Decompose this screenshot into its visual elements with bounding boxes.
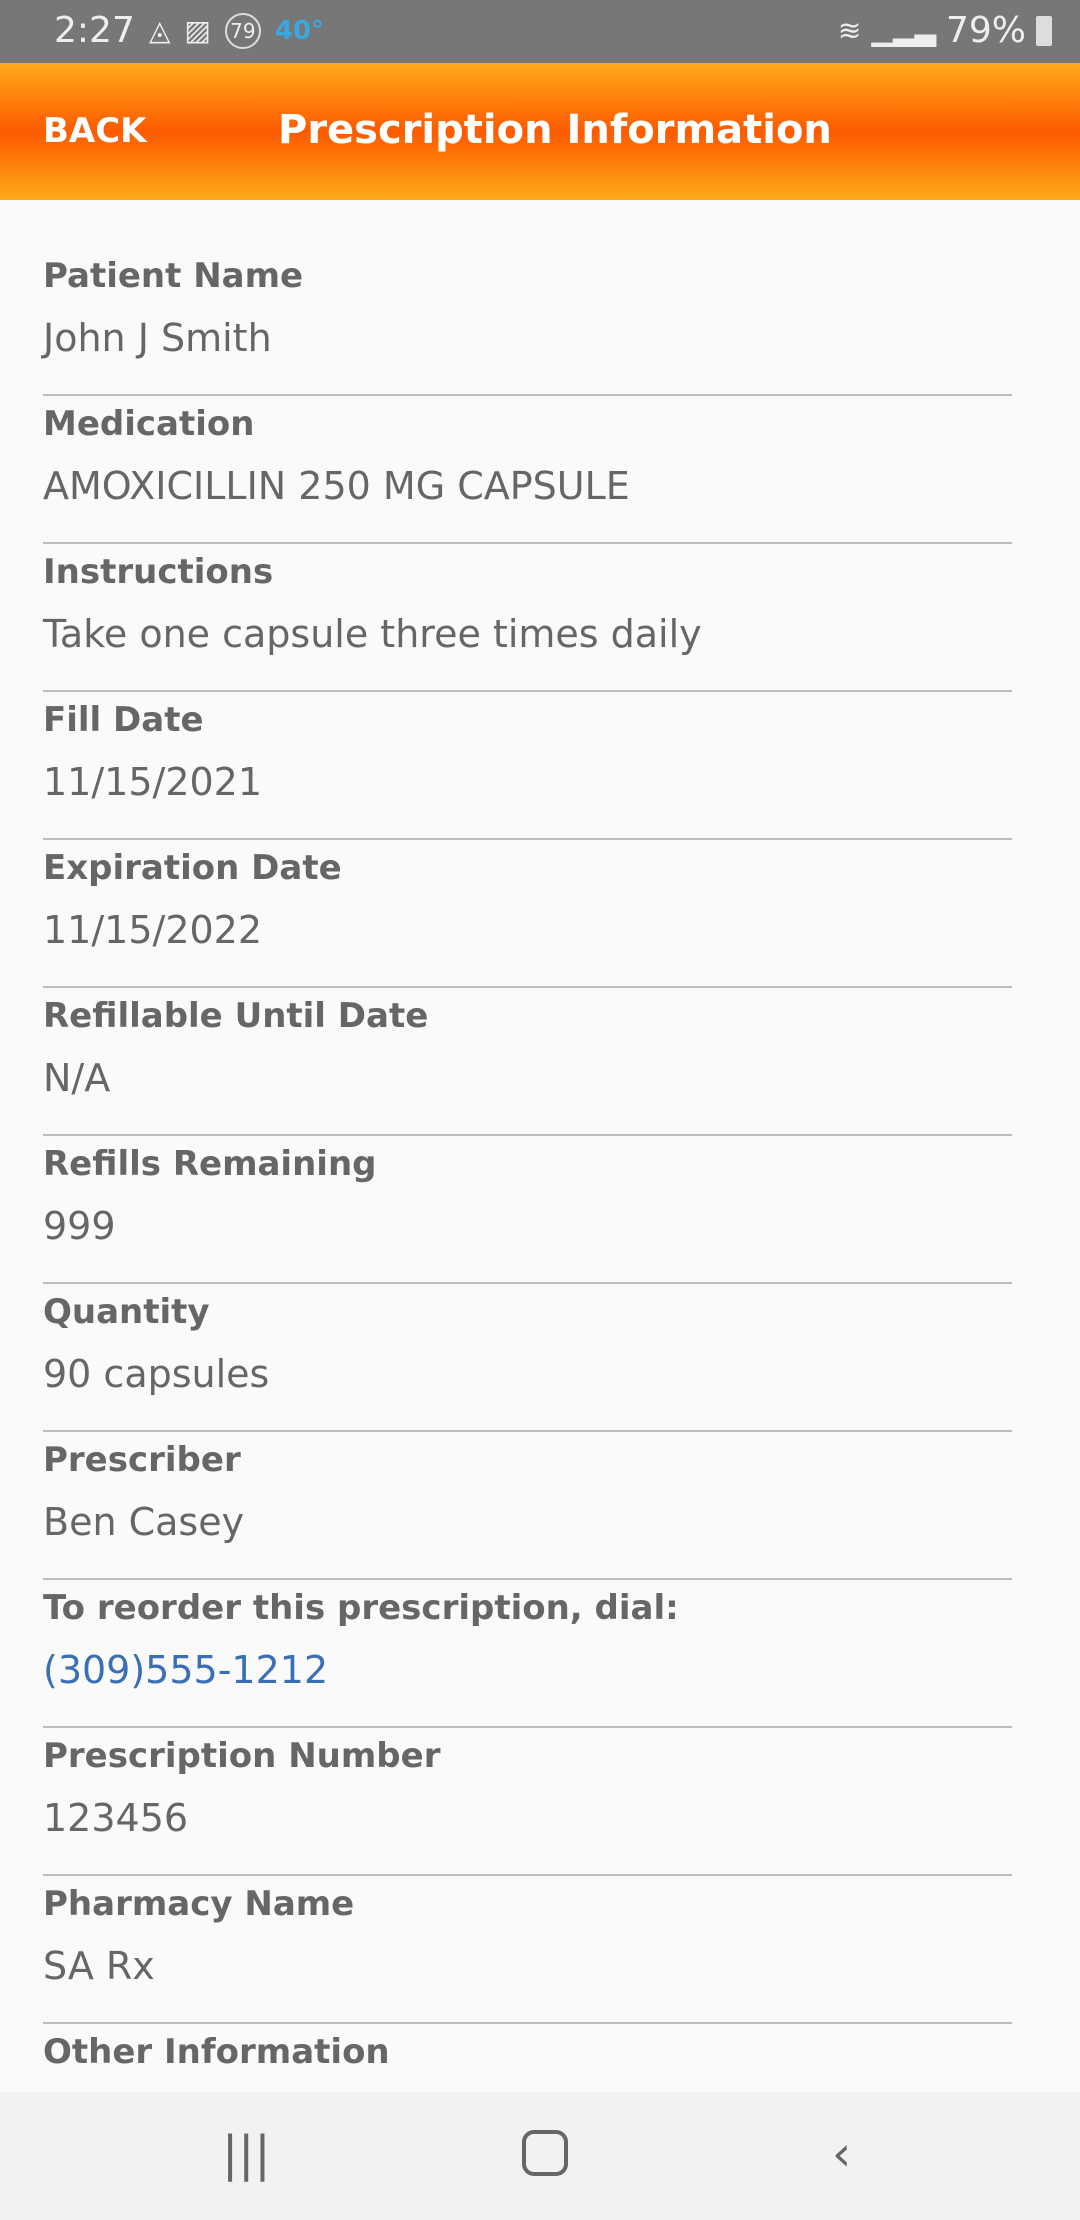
wifi-icon: ≋: [837, 14, 862, 47]
field-row: Prescriber Ben Casey: [43, 1432, 1012, 1580]
field-value: 90 capsules: [43, 1352, 270, 1396]
field-value: SA Rx: [43, 1944, 155, 1988]
field-label: Quantity: [43, 1292, 210, 1332]
field-label: Refills Remaining: [43, 1144, 377, 1184]
status-bar: 2:27 ◬ ▨ 79 40° ≋ ▁▂▃ 79%: [0, 0, 1080, 63]
field-value: Take one capsule three times daily: [43, 612, 702, 656]
prescription-details: Patient Name John J Smith Medication AMOXIC…: [43, 248, 1012, 2172]
badge-icon: 79: [224, 12, 261, 49]
signal-icon: ▁▂▃: [871, 14, 936, 47]
app-header: BACK Prescription Information: [0, 63, 1080, 200]
field-label: Medication: [43, 404, 255, 444]
navigation-icon: ◬: [148, 14, 171, 47]
field-label: Expiration Date: [43, 848, 342, 888]
field-row: To reorder this prescription, dial: (309)…: [43, 1580, 1012, 1728]
field-value: 999: [43, 1204, 116, 1248]
status-time: 2:27: [54, 10, 135, 51]
image-icon: ▨: [184, 14, 211, 47]
field-row: Quantity 90 capsules: [43, 1284, 1012, 1432]
temperature: 40°: [274, 15, 325, 46]
field-label: Prescription Number: [43, 1736, 441, 1776]
field-row: Prescription Number 123456: [43, 1728, 1012, 1876]
field-row: Fill Date 11/15/2021: [43, 692, 1012, 840]
field-row: Instructions Take one capsule three times…: [43, 544, 1012, 692]
field-value: N/A: [43, 1056, 111, 1100]
field-row: Expiration Date 11/15/2022: [43, 840, 1012, 988]
field-label: Patient Name: [43, 256, 304, 296]
battery-percent: 79%: [945, 10, 1026, 51]
field-label: To reorder this prescription, dial:: [43, 1588, 679, 1628]
field-row: Refills Remaining 999: [43, 1136, 1012, 1284]
field-label: Other Information: [43, 2032, 390, 2072]
back-icon[interactable]: ‹: [832, 2126, 851, 2182]
field-label: Pharmacy Name: [43, 1884, 355, 1924]
field-value: Ben Casey: [43, 1500, 245, 1544]
field-row: Refillable Until Date N/A: [43, 988, 1012, 1136]
field-value: John J Smith: [43, 316, 272, 360]
field-row: Medication AMOXICILLIN 250 MG CAPSULE: [43, 396, 1012, 544]
navigation-bar: ||| ‹: [0, 2092, 1080, 2220]
back-button[interactable]: BACK: [43, 111, 147, 151]
field-label: Prescriber: [43, 1440, 241, 1480]
field-value: 11/15/2022: [43, 908, 263, 952]
field-row: Pharmacy Name SA Rx: [43, 1876, 1012, 2024]
field-value: AMOXICILLIN 250 MG CAPSULE: [43, 464, 630, 508]
field-value: 123456: [43, 1796, 189, 1840]
field-row: Patient Name John J Smith: [43, 248, 1012, 396]
field-value: 11/15/2021: [43, 760, 263, 804]
phone-link[interactable]: (309)555-1212: [43, 1648, 328, 1692]
field-label: Instructions: [43, 552, 274, 592]
field-label: Fill Date: [43, 700, 204, 740]
page-title: Prescription Information: [278, 107, 832, 153]
field-label: Refillable Until Date: [43, 996, 429, 1036]
recents-icon[interactable]: |||: [222, 2126, 271, 2182]
home-icon[interactable]: [522, 2130, 568, 2176]
battery-icon: [1036, 15, 1052, 46]
